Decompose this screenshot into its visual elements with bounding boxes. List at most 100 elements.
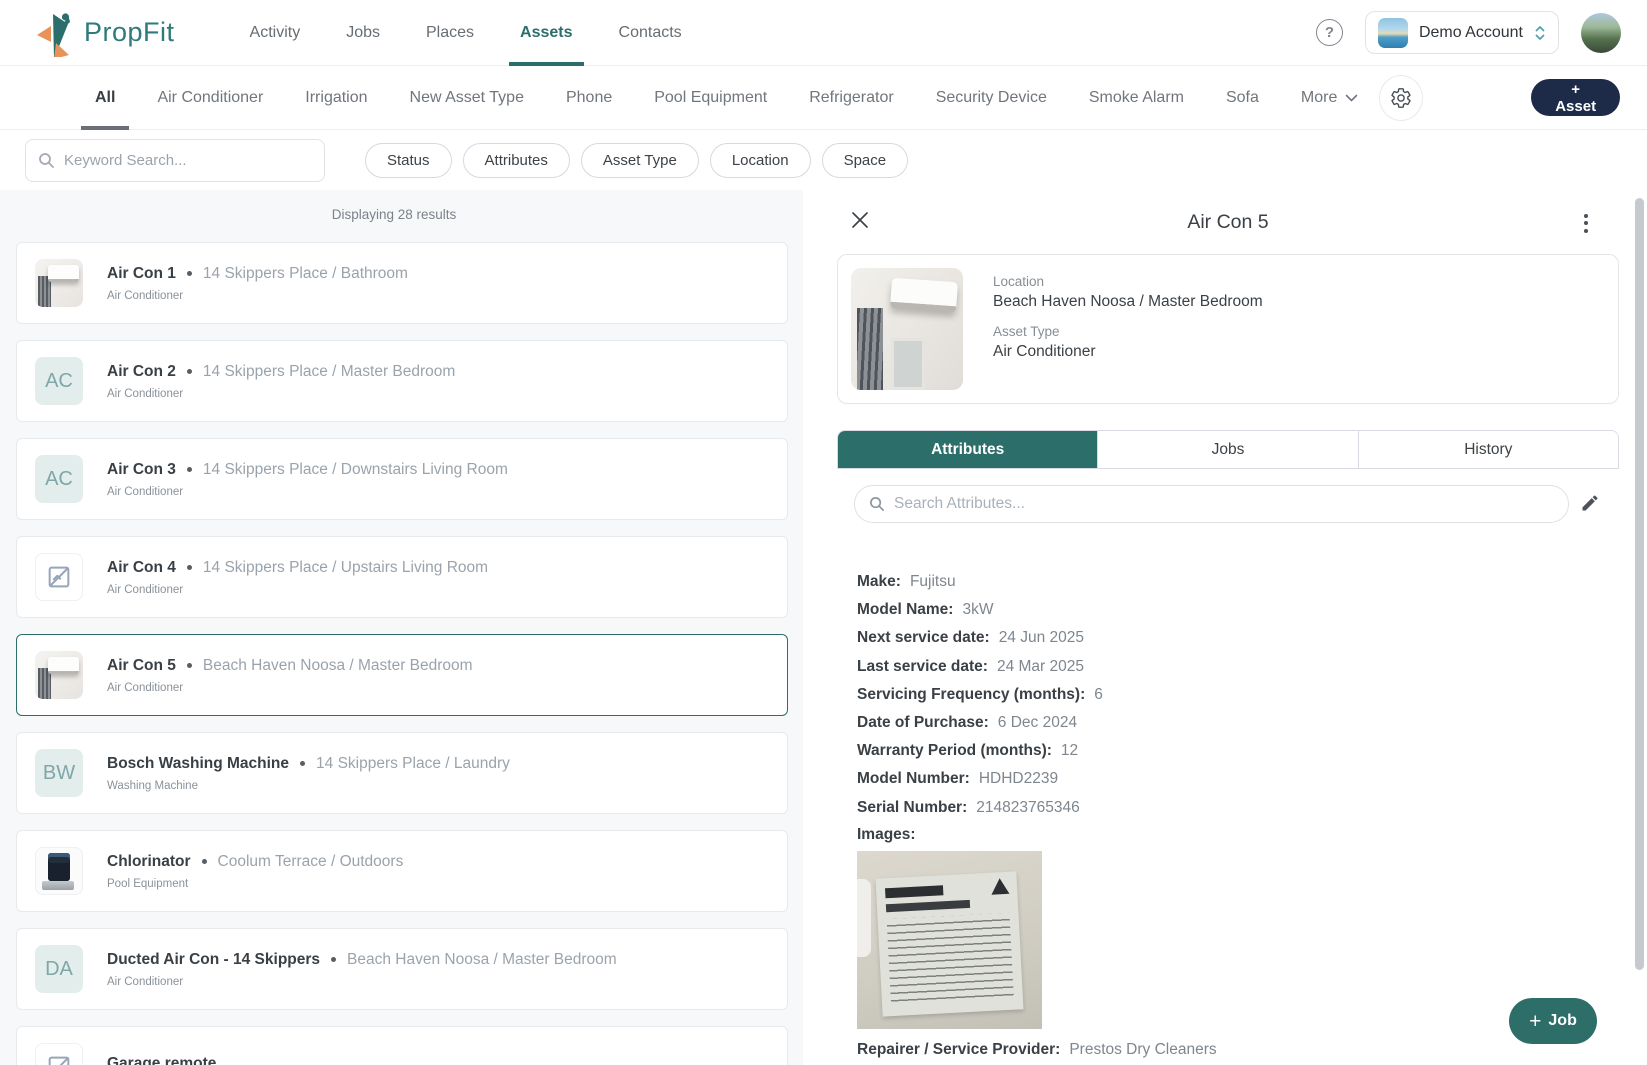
keyword-search-input[interactable]	[64, 152, 312, 169]
asset-card-air-con-2[interactable]: AC Air Con 2 14 Skippers Place / Master …	[16, 340, 788, 422]
attr-label: Serial Number:	[857, 794, 967, 822]
asset-label-photo[interactable]	[857, 851, 1042, 1029]
app-logo[interactable]: PropFit	[0, 9, 175, 57]
asset-card-chlorinator[interactable]: Chlorinator Coolum Terrace / Outdoors Po…	[16, 830, 788, 912]
nav-item-assets[interactable]: Assets	[497, 0, 595, 66]
attr-value: 6 Dec 2024	[998, 709, 1077, 737]
type-tab-sofa[interactable]: Sofa	[1205, 66, 1280, 130]
main-nav: Activity Jobs Places Assets Contacts	[227, 0, 705, 66]
edit-pencil-icon[interactable]	[1577, 490, 1603, 516]
add-asset-button[interactable]: + Asset	[1531, 79, 1620, 116]
kebab-menu-icon[interactable]	[1575, 210, 1597, 236]
tab-jobs[interactable]: Jobs	[1097, 431, 1357, 468]
nav-item-jobs[interactable]: Jobs	[323, 0, 403, 66]
detail-scrollbar[interactable]	[1635, 198, 1644, 970]
dot-separator	[187, 467, 192, 472]
asset-card-bosch-washing-machine[interactable]: BW Bosch Washing Machine 14 Skippers Pla…	[16, 732, 788, 814]
type-tab-phone[interactable]: Phone	[545, 66, 633, 130]
asset-type-label: Air Conditioner	[107, 584, 488, 596]
type-tab-new-asset-type[interactable]: New Asset Type	[389, 66, 545, 130]
asset-card-air-con-4[interactable]: Air Con 4 14 Skippers Place / Upstairs L…	[16, 536, 788, 618]
asset-location: 14 Skippers Place / Laundry	[316, 755, 510, 773]
account-name: Demo Account	[1419, 24, 1523, 42]
attr-label: Last service date:	[857, 653, 988, 681]
attr-value: HDHD2239	[979, 765, 1058, 793]
asset-name: Air Con 4	[107, 559, 176, 577]
dot-separator	[300, 761, 305, 766]
broken-image-icon	[35, 553, 83, 601]
attribute-row: Serial Number:214823765346	[857, 794, 1607, 822]
attribute-row: Next service date:24 Jun 2025	[857, 624, 1607, 652]
detail-tabs: Attributes Jobs History	[837, 430, 1619, 469]
chevron-up-down-icon	[1534, 24, 1546, 42]
top-header: PropFit Activity Jobs Places Assets Cont…	[0, 0, 1647, 66]
asset-type-label: Asset Type	[993, 324, 1263, 339]
asset-type-bar: All Air Conditioner Irrigation New Asset…	[0, 66, 1647, 130]
asset-card-garage-remote[interactable]: Garage remote	[16, 1026, 788, 1065]
attribute-row: Warranty Period (months):12	[857, 737, 1607, 765]
attribute-search-box	[854, 485, 1569, 523]
asset-card-air-con-5[interactable]: Air Con 5 Beach Haven Noosa / Master Bed…	[16, 634, 788, 716]
type-tab-all[interactable]: All	[74, 66, 136, 130]
filter-chip-space[interactable]: Space	[822, 143, 909, 178]
images-label: Images:	[857, 822, 1607, 848]
filter-chip-asset-type[interactable]: Asset Type	[581, 143, 699, 178]
tab-history[interactable]: History	[1358, 431, 1618, 468]
type-tab-air-conditioner[interactable]: Air Conditioner	[136, 66, 284, 130]
help-icon[interactable]: ?	[1316, 19, 1343, 46]
dot-separator	[331, 957, 336, 962]
nav-item-contacts[interactable]: Contacts	[596, 0, 705, 66]
filter-chip-attributes[interactable]: Attributes	[463, 143, 570, 178]
asset-card-air-con-3[interactable]: AC Air Con 3 14 Skippers Place / Downsta…	[16, 438, 788, 520]
broken-image-icon	[35, 1043, 83, 1065]
asset-location: 14 Skippers Place / Upstairs Living Room	[203, 559, 488, 577]
attribute-row: Last service date:24 Mar 2025	[857, 653, 1607, 681]
repairer-row: Repairer / Service Provider: Prestos Dry…	[857, 1041, 1607, 1059]
tab-attributes[interactable]: Attributes	[838, 431, 1097, 468]
asset-type-label: Washing Machine	[107, 780, 510, 792]
asset-initials-thumbnail: BW	[35, 749, 83, 797]
asset-card-ducted-air-con[interactable]: DA Ducted Air Con - 14 Skippers Beach Ha…	[16, 928, 788, 1010]
attributes-list: Make:Fujitsu Model Name:3kW Next service…	[857, 568, 1607, 1059]
asset-type-label: Air Conditioner	[107, 388, 455, 400]
catbar-actions: + Asset	[1379, 75, 1647, 121]
asset-location: 14 Skippers Place / Master Bedroom	[203, 363, 455, 381]
asset-list: Air Con 1 14 Skippers Place / Bathroom A…	[16, 242, 788, 1065]
search-icon	[38, 152, 55, 169]
type-tab-smoke-alarm[interactable]: Smoke Alarm	[1068, 66, 1205, 130]
asset-card-air-con-1[interactable]: Air Con 1 14 Skippers Place / Bathroom A…	[16, 242, 788, 324]
attribute-row: Model Number:HDHD2239	[857, 765, 1607, 793]
asset-name: Air Con 3	[107, 461, 176, 479]
attr-label: Servicing Frequency (months):	[857, 681, 1085, 709]
user-avatar[interactable]	[1581, 13, 1621, 53]
type-tab-irrigation[interactable]: Irrigation	[284, 66, 388, 130]
account-selector[interactable]: Demo Account	[1365, 11, 1559, 54]
gear-icon	[1390, 87, 1412, 109]
filter-chips: Status Attributes Asset Type Location Sp…	[365, 143, 908, 178]
asset-detail-pane: Air Con 5 Location Beach Haven Noosa / M…	[803, 190, 1647, 1065]
filter-chip-status[interactable]: Status	[365, 143, 452, 178]
type-tab-security-device[interactable]: Security Device	[915, 66, 1068, 130]
asset-name: Chlorinator	[107, 853, 191, 871]
more-label: More	[1301, 89, 1337, 107]
asset-name: Bosch Washing Machine	[107, 755, 289, 773]
type-tab-refrigerator[interactable]: Refrigerator	[788, 66, 914, 130]
keyword-search-box	[25, 139, 325, 182]
asset-photo-thumbnail	[35, 259, 83, 307]
attr-value: 12	[1061, 737, 1078, 765]
asset-type-label: Air Conditioner	[107, 976, 617, 988]
attr-label: Date of Purchase:	[857, 709, 989, 737]
asset-photo-thumbnail	[35, 847, 83, 895]
type-tab-pool-equipment[interactable]: Pool Equipment	[633, 66, 788, 130]
propfit-logo-icon	[34, 9, 74, 57]
type-tab-more[interactable]: More	[1280, 66, 1379, 130]
add-job-button[interactable]: + Job	[1509, 998, 1597, 1044]
attribute-search-input[interactable]	[894, 495, 1554, 513]
asset-type-label: Pool Equipment	[107, 878, 403, 890]
attr-label: Next service date:	[857, 624, 990, 652]
nav-item-activity[interactable]: Activity	[227, 0, 324, 66]
nav-item-places[interactable]: Places	[403, 0, 497, 66]
filter-chip-location[interactable]: Location	[710, 143, 811, 178]
attr-label: Make:	[857, 568, 901, 596]
settings-button[interactable]	[1379, 75, 1423, 121]
